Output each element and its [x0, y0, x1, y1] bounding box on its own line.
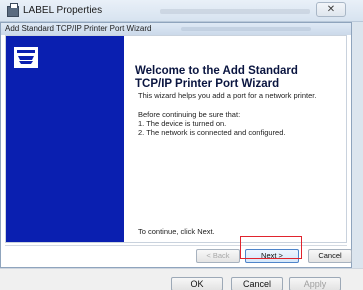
parent-window-edge — [352, 22, 363, 268]
wizard-dialog: Add Standard TCP/IP Printer Port Wizard … — [0, 22, 352, 268]
parent-button-bar: OK Cancel Apply — [0, 268, 363, 290]
apply-button[interactable]: Apply — [289, 277, 341, 290]
close-button[interactable]: ✕ — [316, 2, 346, 17]
wizard-cancel-button[interactable]: Cancel — [308, 249, 352, 263]
wizard-side-banner — [6, 36, 124, 242]
back-button[interactable]: < Back — [196, 249, 240, 263]
ok-button[interactable]: OK — [171, 277, 223, 290]
wizard-prereq-list: 1. The device is turned on. 2. The netwo… — [138, 119, 286, 137]
printer-icon — [14, 47, 38, 68]
wizard-intro: This wizard helps you add a port for a n… — [138, 91, 317, 100]
screen: LABEL Properties ✕ Add Standard TCP/IP P… — [0, 0, 363, 290]
parent-titlebar: LABEL Properties ✕ — [0, 0, 363, 22]
wizard-heading: Welcome to the Add Standard TCP/IP Print… — [135, 65, 298, 90]
wizard-content-frame: Welcome to the Add Standard TCP/IP Print… — [5, 35, 347, 243]
parent-window-title: LABEL Properties — [23, 5, 103, 16]
wizard-title: Add Standard TCP/IP Printer Port Wizard — [5, 24, 152, 33]
next-button-highlight — [240, 236, 302, 259]
blurred-region — [181, 27, 311, 31]
cancel-button[interactable]: Cancel — [231, 277, 283, 290]
wizard-titlebar: Add Standard TCP/IP Printer Port Wizard — [1, 23, 351, 35]
wizard-prereq-heading: Before continuing be sure that: — [138, 110, 241, 119]
app-icon — [7, 3, 19, 17]
blurred-region — [160, 9, 310, 14]
wizard-continue-hint: To continue, click Next. — [138, 227, 215, 236]
